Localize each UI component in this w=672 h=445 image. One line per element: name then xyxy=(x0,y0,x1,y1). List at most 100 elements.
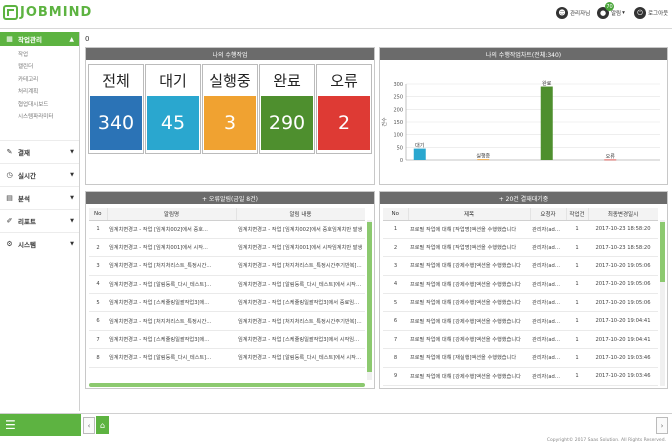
sidebar-item-analysis[interactable]: ▤ 분석 ▼ xyxy=(0,186,79,209)
status-box-error[interactable]: 오류 2 xyxy=(316,64,372,154)
sidebar-item-realtime[interactable]: ◷ 실시간 ▼ xyxy=(0,163,79,186)
alarm-panel: + 오류알림(금일 8건) No 알림명 알림 내용 1 임계치변경고 - 작업 … xyxy=(85,191,375,389)
table-row[interactable]: 9 프로필 작업에 대해 [강제수행]액션을 수행했습니다 관리자(adm... 1 2… xyxy=(383,367,658,387)
approval-vertical-scrollbar[interactable] xyxy=(660,220,665,386)
table-row[interactable]: 1 임계치변경고 - 작업 [임계치002]에서 중호... 임계치변경고 - 작업… xyxy=(89,220,365,239)
cell: 8 xyxy=(383,348,408,368)
status-box-value: 340 xyxy=(90,96,142,150)
next-tab-button[interactable]: › xyxy=(656,417,668,434)
status-box-running[interactable]: 실행중 3 xyxy=(202,64,258,154)
power-icon: ⏻ xyxy=(634,7,646,19)
submenu-item[interactable]: 캘린더 xyxy=(0,61,79,73)
table-row[interactable]: 8 임계치변경고 - 작업 [알림등록_다시_테스트]... 임계치변경고 - 작업… xyxy=(89,348,365,368)
menu-toggle-button[interactable]: ☰ xyxy=(0,414,81,436)
sidebar-item-report[interactable]: ✐ 리포트 ▼ xyxy=(0,209,79,232)
status-box-label: 실행중 xyxy=(209,71,251,90)
cell: 임계치변경고 - 작업 [스케쥴링일괄작업3]에... xyxy=(107,293,236,313)
gear-icon: ⚙ xyxy=(6,240,13,248)
status-box-value: 45 xyxy=(147,96,199,150)
column-header[interactable]: 알림 내용 xyxy=(236,208,365,221)
chevron-right-icon: › xyxy=(660,421,664,430)
submenu-item[interactable]: 작업 xyxy=(0,49,79,61)
cell: 2017-10-20 19:04:41 xyxy=(588,311,658,331)
folder-icon: ▦ xyxy=(6,35,13,43)
table-row[interactable]: 4 프로필 작업에 대해 [강제수행]액션을 수행했습니다 관리자(adm... 1 2… xyxy=(383,275,658,295)
cell: 3 xyxy=(89,256,107,276)
y-tick-label: 0 xyxy=(400,158,403,164)
logout-label: 로그아웃 xyxy=(648,11,669,17)
column-header[interactable]: 제목 xyxy=(408,208,531,221)
table-row[interactable]: 2 프로필 작업에 대해 [작업명]액션을 수행했습니다 관리자(adm... 1 20… xyxy=(383,238,658,258)
cell: 프로필 작업에 대해 [강제수행]액션을 수행했습니다 xyxy=(408,293,530,313)
table-row[interactable]: 3 임계치변경고 - 작업 [처지처리스트_특정시간... 임계치변경고 - 작업 … xyxy=(89,256,365,276)
logo[interactable]: JOBMIND xyxy=(3,5,92,20)
job-chart: 0 50 100 150 200 250 300 건수대기실행중 완료오류 xyxy=(381,80,660,164)
table-row[interactable]: 3 프로필 작업에 대해 [강제수행]액션을 수행했습니다 관리자(adm... 1 2… xyxy=(383,256,658,276)
status-box-waiting[interactable]: 대기 45 xyxy=(145,64,201,154)
sidebar-item-system[interactable]: ⚙ 시스템 ▼ xyxy=(0,232,79,255)
y-tick-label: 200 xyxy=(393,107,403,113)
cell: 1 xyxy=(566,238,588,258)
column-header[interactable]: 최종변경일시 xyxy=(588,208,658,221)
chevron-down-icon: ▾ xyxy=(622,10,625,16)
clock-icon: ◷ xyxy=(6,171,13,179)
status-box-value: 3 xyxy=(204,96,256,150)
cell: 2 xyxy=(89,238,107,258)
prev-tab-button[interactable]: ‹ xyxy=(83,417,95,434)
alarm-menu[interactable]: ● 70 알림 ▾ xyxy=(597,2,625,19)
chart-bar xyxy=(540,86,553,160)
cell: 프로필 작업에 대해 [강제수행]액션을 수행했습니다 xyxy=(408,330,530,350)
bar-label: 실행중 xyxy=(476,153,490,160)
sidebar-item-label: 시스템 xyxy=(18,241,36,249)
alarm-table-wrap: No 알림명 알림 내용 1 임계치변경고 - 작업 [임계치002]에서 중호.… xyxy=(89,208,365,384)
table-row[interactable]: 5 임계치변경고 - 작업 [스케쥴링일괄작업3]에... 임계치변경고 - 작업 … xyxy=(89,293,365,313)
alarm-vertical-scrollbar[interactable] xyxy=(367,220,372,380)
column-header[interactable]: 알림명 xyxy=(107,208,237,221)
alarm-horizontal-scrollbar[interactable] xyxy=(89,383,365,387)
column-header[interactable]: 요청자 xyxy=(530,208,567,221)
table-row[interactable]: 6 프로필 작업에 대해 [강제수행]액션을 수행했습니다 관리자(adm... 1 2… xyxy=(383,311,658,331)
table-row[interactable]: 7 프로필 작업에 대해 [강제수행]액션을 수행했습니다 관리자(adm... 1 2… xyxy=(383,330,658,350)
table-row[interactable]: 1 프로필 작업에 대해 [작업명]액션을 수행했습니다 관리자(adm... 1 20… xyxy=(383,220,658,239)
sidebar-item-job-management[interactable]: ▦ 작업관리 ▲ xyxy=(0,32,79,46)
y-tick-label: 250 xyxy=(393,95,403,101)
status-box-value: 2 xyxy=(318,96,370,150)
table-row[interactable]: 8 프로필 작업에 대해 [재실행]액션을 수행했습니다 관리자(adm... 1 20… xyxy=(383,348,658,368)
cell: 1 xyxy=(566,293,588,313)
sidebar-item-approval[interactable]: ✎ 결재 ▼ xyxy=(0,140,79,163)
table-row[interactable]: 2 임계치변경고 - 작업 [임계치001]에서 시작... 임계치변경고 - 작업… xyxy=(89,238,365,258)
submenu-item[interactable]: 카테고리 xyxy=(0,74,79,86)
home-tab-button[interactable]: ⌂ xyxy=(96,416,109,434)
chevron-down-icon: ▼ xyxy=(70,195,74,201)
sidebar-item-label: 분석 xyxy=(18,195,30,203)
table-row[interactable]: 7 임계치변경고 - 작업 [스케쥴링일괄작업3]에... 임계치변경고 - 작업 … xyxy=(89,330,365,350)
chevron-down-icon: ▼ xyxy=(70,241,74,247)
cell: 관리자(adm... xyxy=(530,238,566,258)
submenu-item[interactable]: 시스템파라미터 xyxy=(0,111,79,123)
status-box-total[interactable]: 전체 340 xyxy=(88,64,144,154)
cell: 임계치변경고 - 작업 [처지처리스트_특정시간... xyxy=(107,311,236,331)
table-row[interactable]: 6 임계치변경고 - 작업 [처지처리스트_특정시간... 임계치변경고 - 작업 … xyxy=(89,311,365,331)
sidebar-menus: ✎ 결재 ▼ ◷ 실시간 ▼ ▤ 분석 ▼ ✐ 리포트 ▼ ⚙ 시스템 ▼ xyxy=(0,140,79,255)
home-icon: ⌂ xyxy=(99,420,106,430)
column-header[interactable]: No xyxy=(89,208,108,221)
alarm-badge: 70 xyxy=(605,2,614,11)
sidebar: ▦ 작업관리 ▲ 작업 캘린더 카테고리 처리계획 협업대시보드 시스템파라미터… xyxy=(0,32,80,411)
table-row[interactable]: 4 임계치변경고 - 작업 [알림등록_다시_테스트]... 임계치변경고 - 작업… xyxy=(89,275,365,295)
column-header[interactable]: No xyxy=(383,208,409,221)
cell: 9 xyxy=(383,367,408,387)
column-header[interactable]: 작업건 xyxy=(566,208,589,221)
cell: 2017-10-20 19:03:46 xyxy=(588,348,658,368)
paperclip-icon: ✐ xyxy=(6,217,13,225)
top-bar: JOBMIND ☻ 관리자님 ● 70 알림 ▾ ⏻ 로그아웃 xyxy=(0,0,672,29)
status-box-done[interactable]: 완료 290 xyxy=(259,64,315,154)
user-menu[interactable]: ☻ 관리자님 xyxy=(556,7,590,19)
submenu-item[interactable]: 협업대시보드 xyxy=(0,99,79,111)
logout-button[interactable]: ⏻ 로그아웃 xyxy=(634,7,668,19)
cell: 관리자(adm... xyxy=(530,367,566,387)
cell: 6 xyxy=(383,311,408,331)
cell: 7 xyxy=(89,330,107,350)
table-row[interactable]: 5 프로필 작업에 대해 [강제수행]액션을 수행했습니다 관리자(adm... 1 2… xyxy=(383,293,658,313)
submenu-item[interactable]: 처리계획 xyxy=(0,86,79,98)
cell: 1 xyxy=(566,367,588,387)
